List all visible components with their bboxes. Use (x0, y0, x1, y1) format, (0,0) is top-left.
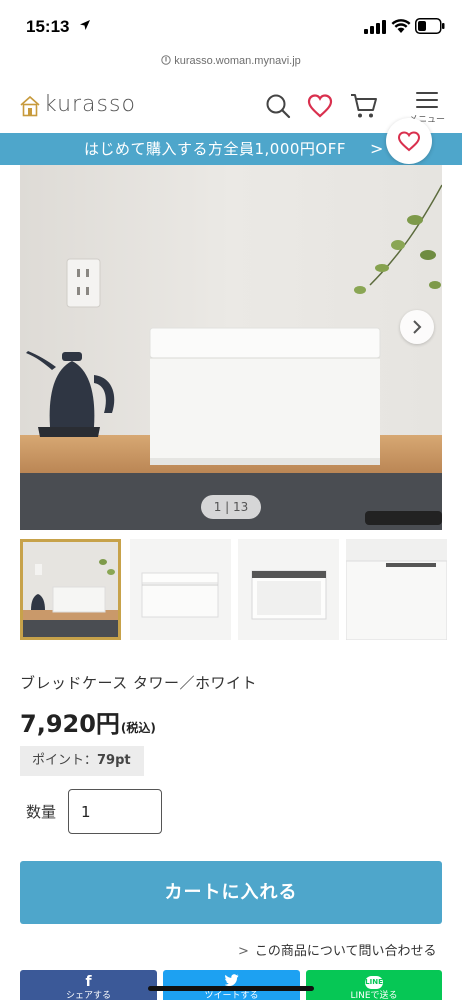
location-arrow-icon (80, 20, 90, 30)
scrolled-content-fragment (10, 74, 390, 82)
thumbnail-image (238, 539, 339, 640)
thumbnail-image (346, 539, 447, 640)
cellular-signal-icon (364, 20, 386, 34)
inquiry-label: この商品について問い合わせる (254, 944, 437, 959)
gallery-counter: 1 | 13 (201, 495, 261, 519)
lock-icon (161, 55, 171, 65)
add-to-cart-button[interactable]: カートに入れる (20, 861, 442, 924)
logo-text: kurasso (44, 92, 136, 117)
thumbnail-2[interactable] (130, 539, 231, 640)
points-label: ポイント： (32, 753, 98, 768)
thumbnail-4[interactable] (346, 539, 447, 640)
chevron-right-icon (413, 320, 422, 334)
home-indicator (148, 986, 314, 991)
twitter-share-label: ツイートする (204, 991, 259, 1000)
product-name: ブレッドケース タワー／ホワイト (20, 674, 258, 692)
favorites-heart-icon[interactable] (306, 92, 334, 120)
search-icon[interactable] (264, 92, 292, 120)
product-main-image[interactable] (20, 165, 442, 530)
line-share-button[interactable]: LINE LINEで送る (306, 970, 442, 1000)
bread-case-photo (20, 165, 442, 530)
promo-chevron-icon: > (370, 139, 384, 158)
thumbnail-image (23, 542, 118, 637)
price-row: 7,920円(税込) (20, 704, 156, 739)
url-bar[interactable]: kurasso.woman.mynavi.jp (0, 55, 462, 73)
thumbnail-image (130, 539, 231, 640)
points-badge: ポイント：79pt (20, 746, 144, 776)
thumbnail-strip[interactable] (20, 539, 462, 641)
product-price: 7,920円 (20, 710, 120, 738)
status-bar: 15:13 (0, 0, 462, 52)
chevron-right-icon: > (238, 944, 249, 959)
tax-note: (税込) (120, 721, 156, 735)
heart-icon (397, 131, 421, 152)
floating-favorite-button[interactable] (386, 118, 432, 164)
points-value: 79pt (97, 753, 131, 768)
status-time: 15:13 (26, 17, 70, 36)
quantity-label: 数量 (26, 803, 57, 821)
product-inquiry-link[interactable]: > この商品について問い合わせる (238, 940, 437, 959)
house-logo-icon (20, 95, 40, 117)
wifi-icon (391, 19, 411, 33)
hamburger-icon (416, 92, 438, 108)
url-text: kurasso.woman.mynavi.jp (174, 55, 301, 67)
battery-icon (415, 18, 445, 34)
facebook-share-button[interactable]: f シェアする (20, 970, 157, 1000)
line-icon: LINE (306, 970, 442, 991)
twitter-share-button[interactable]: ツイートする (163, 970, 300, 1000)
quantity-input[interactable] (68, 789, 162, 834)
promo-text: はじめて購入する方全員1,000円OFF (83, 140, 346, 158)
thumbnail-1[interactable] (20, 539, 121, 640)
facebook-share-label: シェアする (65, 991, 111, 1000)
line-share-label: LINEで送る (350, 991, 398, 1000)
gallery-next-button[interactable] (400, 310, 434, 344)
cart-icon[interactable] (350, 92, 378, 120)
thumbnail-3[interactable] (238, 539, 339, 640)
facebook-icon: f (85, 974, 92, 990)
